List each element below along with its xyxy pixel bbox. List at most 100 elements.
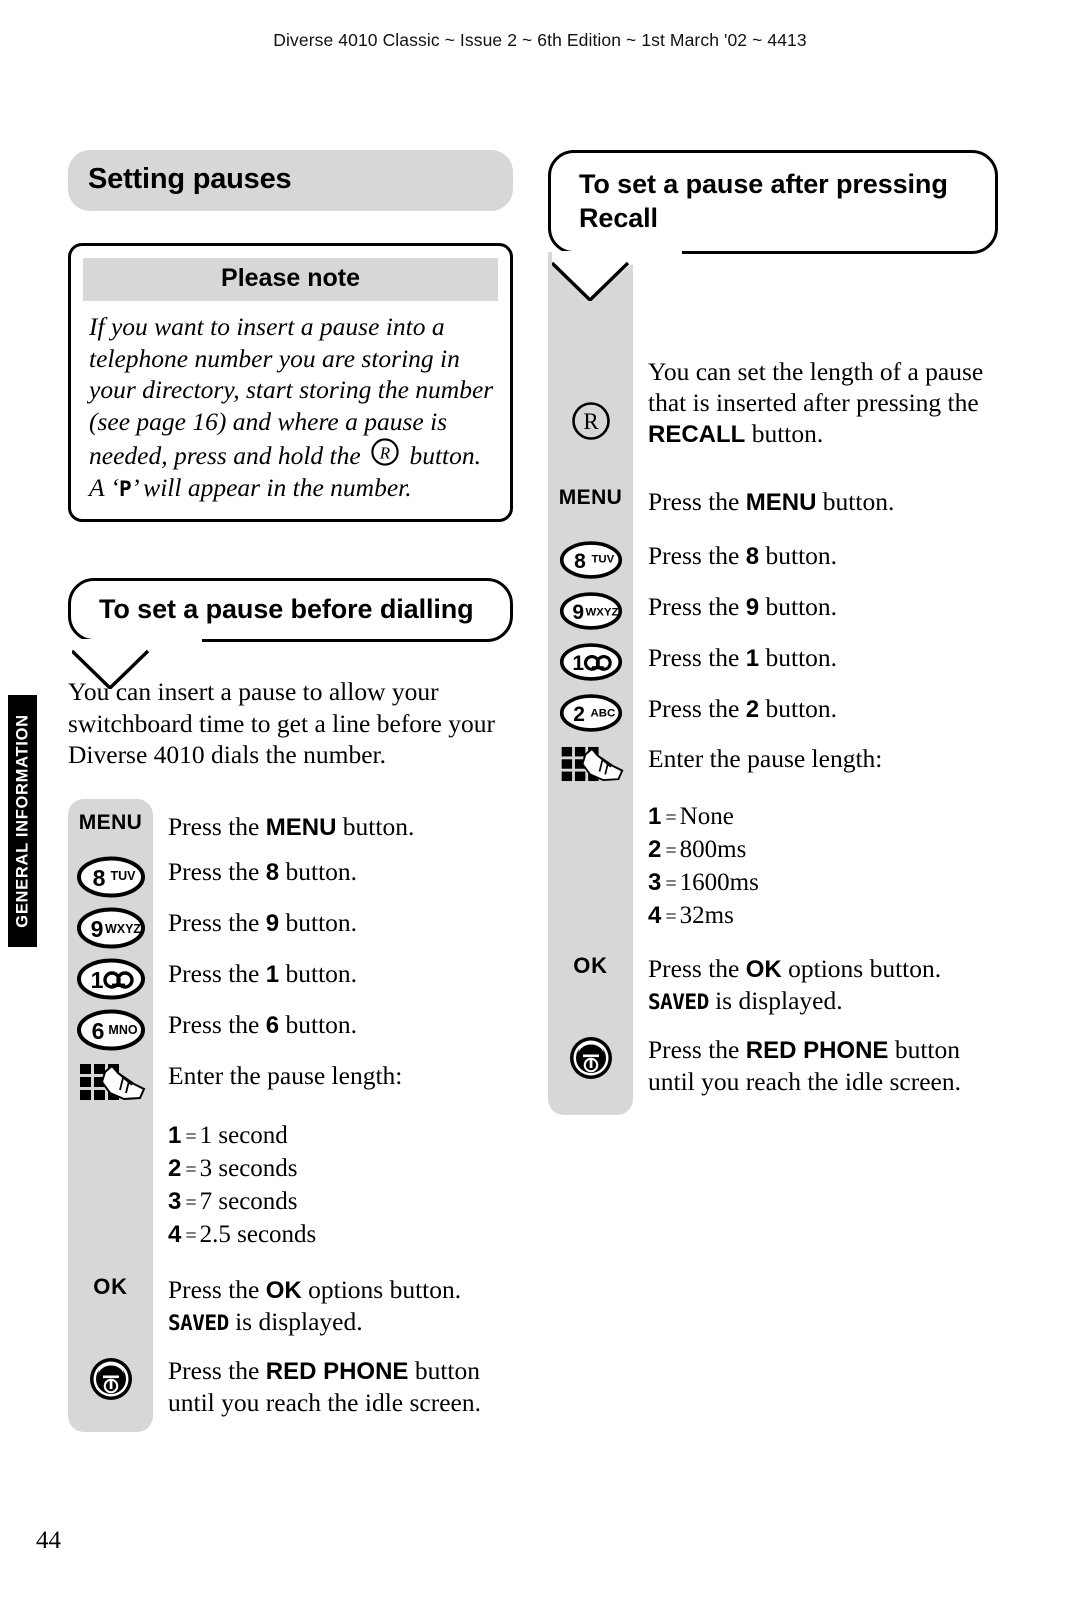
recall-r-icon: R [370,437,400,467]
step-row: 1 Press the 1 button. [548,640,998,686]
please-note-box: Please note If you want to insert a paus… [68,243,513,522]
step-text-after: button. [759,643,838,672]
svg-text:1: 1 [90,967,103,993]
step-text: Press the OK options button. SAVED is dis… [153,1272,461,1339]
step-text-bold: MENU [745,489,817,516]
option-value: 1 second [199,1121,288,1149]
step-text-after: button. [759,694,838,723]
lcd-saved-text: SAVED [648,990,709,1014]
step-text: Press the RED PHONE button until you rea… [633,1032,998,1097]
please-note-heading: Please note [83,258,498,301]
option-equals: = [185,1125,197,1148]
lcd-pause-char: P [118,476,132,501]
voicemail-key-icon: 1 [76,958,145,999]
step-text: Press the 8 button. [153,854,357,888]
option-value: 2.5 seconds [199,1220,317,1248]
bubble-before-dialling: To set a pause before dialling [68,578,513,689]
option-value: 32ms [679,902,734,929]
option-number: 3 [648,869,662,896]
option-number: 3 [168,1187,182,1215]
svg-text:9: 9 [90,916,103,942]
step-row: 2 ABC Press the 2 button. [548,691,998,737]
step-text-after: button. [816,487,895,516]
step-text-after: options button. [781,954,942,983]
number-key-icon: 8 TUV [559,541,622,579]
step-row: Enter the pause length: [68,1058,513,1104]
red-phone-icon [89,1357,132,1400]
key-2-abc: 2 ABC [548,691,633,733]
step-text: Press the MENU button. [633,484,894,518]
svg-text:2: 2 [573,703,585,726]
red-phone-icon [569,1037,612,1079]
step-text-saved-after: is displayed. [228,1306,363,1336]
please-note-text-3: ’ will appear in the number. [131,472,412,502]
svg-text:WXYZ: WXYZ [104,922,140,936]
step-text-after: button. [279,856,358,886]
option-number: 2 [648,836,662,863]
steps-before-dialling: MENU Press the MENU button. 8 TUV Press … [68,798,513,1432]
recall-r-icon: R [571,402,610,440]
step-text: Press the 6 button. [153,1007,357,1041]
step-text-before: Press the [168,907,266,937]
side-tab-general-information: GENERAL INFORMATION [8,695,37,947]
option-equals: = [185,1224,197,1247]
step-text-before: Press the [168,811,266,841]
step-text-bold: 2 [745,696,760,723]
option-row: 1 = None [648,801,759,834]
step-text: Press the MENU button. [153,809,414,843]
step-text: Press the 1 button. [633,640,837,674]
page-number: 44 [36,1527,61,1554]
bubble-before-dialling-title: To set a pause before dialling [68,578,513,642]
page-title: Setting pauses [68,150,513,211]
number-key-icon: 9 WXYZ [559,592,622,630]
step-text-before: Enter the pause length: [168,1060,403,1090]
bubble-after-recall: To set a pause after pressing Recall [548,150,998,301]
step-row: Press the RED PHONE button until you rea… [548,1032,998,1115]
svg-text:MNO: MNO [108,1023,137,1037]
option-value: 1600ms [679,869,759,896]
svg-text:1: 1 [572,652,584,675]
step-row: 9 WXYZ Press the 9 button. [548,589,998,635]
step-text-before: Press the [648,694,746,723]
svg-text:ABC: ABC [590,708,615,720]
key-1-voicemail: 1 [68,956,153,1000]
side-tab-label: GENERAL INFORMATION [13,714,31,928]
step-text-bold: 1 [265,960,280,988]
option-value: 3 seconds [199,1154,298,1182]
step-text: Press the 1 button. [153,956,357,990]
key-keypad-hand [548,741,633,785]
intro-text-bold: RECALL [648,421,746,448]
svg-text:R: R [583,409,599,434]
option-number: 4 [648,902,662,929]
svg-text:8: 8 [92,865,105,891]
intro-paragraph-left: You can insert a pause to allow your swi… [68,677,495,769]
step-text-bold: 8 [745,543,760,570]
ok-key-label: OK [93,1273,128,1299]
key-9-wxyz: 9 WXYZ [548,589,633,631]
svg-text:8: 8 [574,550,586,573]
step-text-before: Press the [648,541,746,570]
step-text-after: options button. [301,1274,462,1304]
option-equals: = [185,1191,197,1214]
step-text-before: Press the [168,1009,266,1039]
steps-after-recall: R You can set the length of a pause that… [548,252,998,1115]
svg-text:R: R [379,444,391,463]
step-text-bold: RED PHONE [265,1357,409,1385]
option-number: 4 [168,1220,182,1248]
step-text-before: Press the [168,1355,266,1385]
step-text-bold: 9 [745,594,760,621]
step-text-after: button. [279,1009,358,1039]
key-ok: OK [68,1272,153,1300]
step-text-bold: OK [265,1276,302,1304]
svg-text:TUV: TUV [591,554,614,566]
step-text: Press the 8 button. [633,538,837,572]
step-row: 9 WXYZ Press the 9 button. [68,905,513,951]
option-equals: = [185,1158,197,1181]
intro-paragraph-right: You can set the length of a pause that i… [633,356,998,450]
step-row: 1 Press the 1 button. [68,956,513,1002]
key-keypad-hand [68,1058,153,1104]
menu-key-label: MENU [78,810,143,834]
key-1-voicemail: 1 [548,640,633,682]
step-text-bold: 1 [745,645,760,672]
step-row: 8 TUV Press the 8 button. [68,854,513,900]
